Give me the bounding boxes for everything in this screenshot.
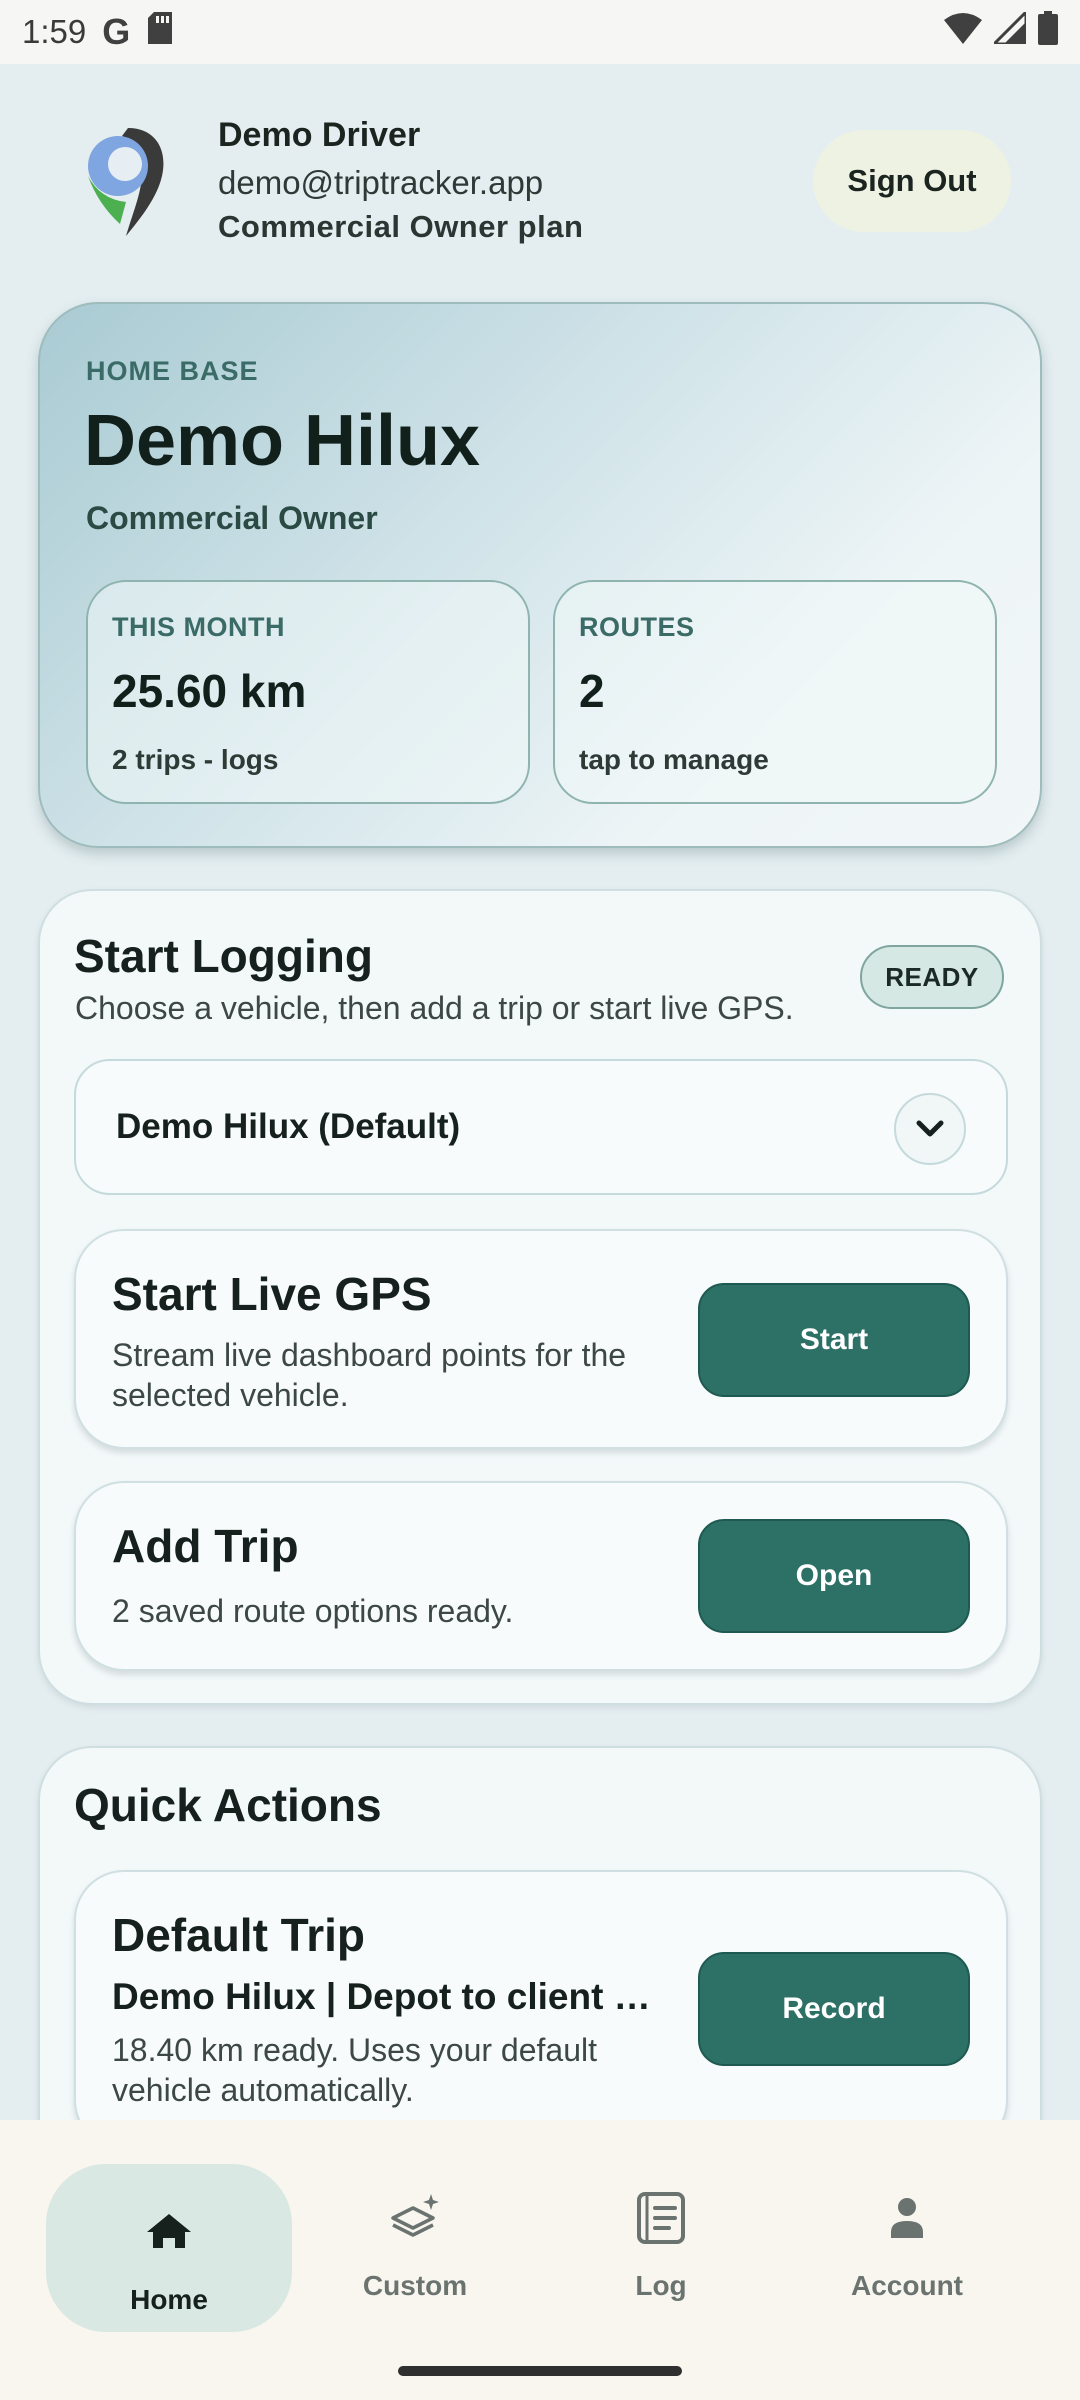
status-badge: READY xyxy=(860,945,1004,1009)
sd-card-icon xyxy=(146,12,174,52)
start-logging-panel: Start Logging Choose a vehicle, then add… xyxy=(38,889,1042,1705)
status-time: 1:59 xyxy=(22,13,87,50)
vehicle-select[interactable]: Demo Hilux (Default) xyxy=(74,1059,1008,1195)
start-logging-title: Start Logging xyxy=(74,930,373,982)
chevron-down-icon[interactable] xyxy=(894,1093,966,1165)
status-bar: 1:59 G xyxy=(0,0,1080,64)
nav-custom[interactable]: Custom xyxy=(292,2120,538,2336)
home-base-card: HOME BASE Demo Hilux Commercial Owner TH… xyxy=(38,302,1042,848)
record-trip-button[interactable]: Record xyxy=(698,1952,970,2066)
user-plan: Commercial Owner plan xyxy=(218,209,584,244)
live-gps-card: Start Live GPS Stream live dashboard poi… xyxy=(74,1229,1008,1449)
default-trip-title: Default Trip xyxy=(112,1909,366,1961)
selected-vehicle: Demo Hilux (Default) xyxy=(116,1107,461,1146)
account-header: Demo Driver demo@triptracker.app Commerc… xyxy=(0,64,1080,294)
add-trip-description: 2 saved route options ready. xyxy=(112,1593,514,1629)
home-base-role: Commercial Owner xyxy=(86,500,378,536)
default-trip-description: 18.40 km ready. Uses your default vehicl… xyxy=(112,2032,597,2108)
google-icon: G xyxy=(102,11,131,52)
stat-value: 25.60 km xyxy=(112,665,307,717)
battery-icon xyxy=(1038,11,1058,53)
default-trip-card: Default Trip Demo Hilux | Depot to clien… xyxy=(74,1870,1008,2150)
wifi-icon xyxy=(944,12,982,52)
default-trip-route: Demo Hilux | Depot to client l… xyxy=(112,1976,652,2017)
sign-out-button[interactable]: Sign Out xyxy=(813,130,1011,232)
gesture-bar-area xyxy=(0,2336,1080,2400)
routes-stat[interactable]: ROUTES 2 tap to manage xyxy=(553,580,997,804)
live-gps-title: Start Live GPS xyxy=(112,1268,432,1320)
nav-label: Account xyxy=(851,2270,963,2301)
document-icon xyxy=(633,2190,689,2246)
live-gps-description: Stream live dashboard points for the sel… xyxy=(112,1337,627,1413)
add-trip-title: Add Trip xyxy=(112,1520,299,1572)
home-icon xyxy=(141,2204,197,2260)
start-logging-description: Choose a vehicle, then add a trip or sta… xyxy=(75,990,794,1026)
bottom-navigation: Home Custom Log Account xyxy=(0,2120,1080,2336)
stat-label: THIS MONTH xyxy=(112,612,285,642)
signal-icon xyxy=(990,8,1028,52)
start-gps-button[interactable]: Start xyxy=(698,1283,970,1397)
stat-note: tap to manage xyxy=(579,744,769,775)
open-trip-button[interactable]: Open xyxy=(698,1519,970,1633)
nav-label: Home xyxy=(130,2284,208,2315)
layers-sparkle-icon xyxy=(387,2190,443,2246)
nav-label: Log xyxy=(635,2270,687,2301)
user-email: demo@triptracker.app xyxy=(218,164,544,201)
quick-actions-title: Quick Actions xyxy=(74,1779,382,1831)
this-month-stat[interactable]: THIS MONTH 25.60 km 2 trips - logs xyxy=(86,580,530,804)
stat-label: ROUTES xyxy=(579,612,695,642)
user-name: Demo Driver xyxy=(218,116,421,154)
person-icon xyxy=(879,2190,935,2246)
nav-log[interactable]: Log xyxy=(538,2120,784,2336)
stat-note: 2 trips - logs xyxy=(112,744,279,775)
home-base-vehicle: Demo Hilux xyxy=(84,401,481,481)
home-base-eyebrow: HOME BASE xyxy=(86,356,259,386)
nav-label: Custom xyxy=(362,2270,468,2301)
add-trip-card: Add Trip 2 saved route options ready. Op… xyxy=(74,1481,1008,1671)
stat-value: 2 xyxy=(579,665,605,717)
app-logo-icon xyxy=(80,124,170,239)
home-indicator[interactable] xyxy=(398,2366,682,2376)
nav-home[interactable]: Home xyxy=(46,2120,292,2336)
nav-account[interactable]: Account xyxy=(784,2120,1030,2336)
